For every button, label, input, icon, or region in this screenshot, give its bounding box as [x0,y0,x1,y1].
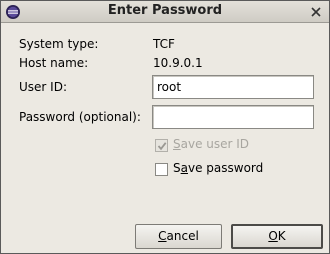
close-icon[interactable] [309,5,323,19]
save-user-id-checkbox [155,139,168,152]
window-title: Enter Password [107,3,223,18]
enter-password-dialog: Enter Password System type: TCF Host nam… [0,0,330,254]
user-id-input[interactable]: root [152,75,314,99]
password-label: Password (optional): [19,110,141,124]
host-name-value: 10.9.0.1 [153,56,203,70]
save-user-id-label: Save user ID [173,137,250,151]
system-type-label: System type: [19,37,99,51]
title-bar[interactable]: Enter Password [1,1,329,23]
user-id-label: User ID: [19,80,67,94]
checkmark-icon [157,142,167,151]
user-id-value: root [157,80,182,94]
save-password-checkbox[interactable] [155,163,168,176]
password-input[interactable] [152,105,314,129]
save-password-label[interactable]: Save password [173,161,263,175]
system-type-value: TCF [153,37,175,51]
cancel-button[interactable]: Cancel [135,224,222,249]
ok-button[interactable]: OK [231,224,323,249]
host-name-label: Host name: [19,56,89,70]
